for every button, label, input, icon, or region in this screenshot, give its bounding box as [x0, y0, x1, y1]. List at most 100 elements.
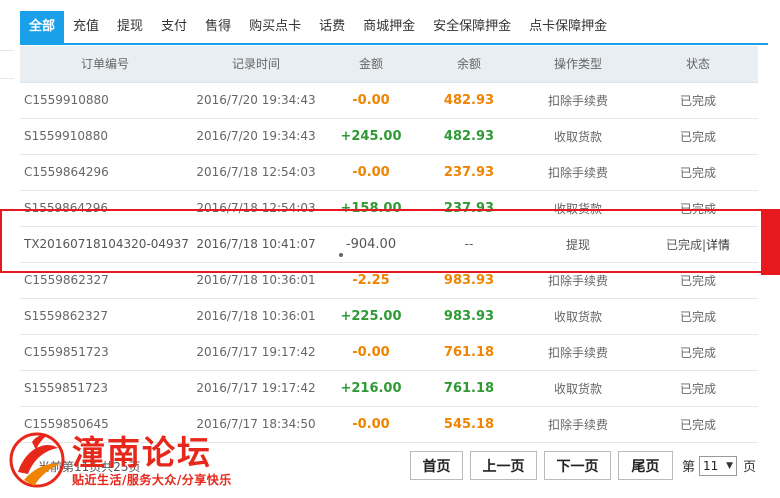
tab-recharge[interactable]: 充值: [64, 11, 108, 43]
operation-type: 扣除手续费: [518, 154, 638, 191]
page-select[interactable]: 11 ▼: [699, 455, 738, 476]
amount: -0.00: [322, 154, 420, 191]
status: 已完成: [638, 118, 758, 155]
order-id: S1559910880: [20, 118, 190, 155]
highlight-annotation-bar: [761, 209, 780, 275]
last-page-button[interactable]: 尾页: [618, 451, 673, 480]
tab-phone-bill[interactable]: 话费: [310, 11, 354, 43]
record-time: 2016/7/18 10:36:01: [190, 262, 322, 299]
amount: +225.00: [322, 298, 420, 335]
balance: 983.93: [420, 298, 518, 335]
amount: +216.00: [322, 370, 420, 407]
order-id: S1559862327: [20, 298, 190, 335]
operation-type: 扣除手续费: [518, 82, 638, 119]
status: 已完成: [638, 334, 758, 371]
order-id: C1559864296: [20, 154, 190, 191]
amount: +158.00: [322, 190, 420, 227]
table-row: C1559910880 2016/7/20 19:34:43 -0.00 482…: [20, 82, 758, 119]
prev-page-button[interactable]: 上一页: [470, 451, 537, 480]
table-row-highlighted: TX20160718104320-04937 2016/7/18 10:41:0…: [20, 226, 758, 263]
pagination: 首页 上一页 下一页 尾页 第 11 ▼ 页: [410, 451, 760, 480]
tab-payment[interactable]: 支付: [152, 11, 196, 43]
left-gutter: [0, 0, 20, 498]
balance: 761.18: [420, 370, 518, 407]
table-row: S1559910880 2016/7/20 19:34:43 +245.00 4…: [20, 118, 758, 155]
table-row: S1559851723 2016/7/17 19:17:42 +216.00 7…: [20, 370, 758, 407]
operation-type: 收取货款: [518, 298, 638, 335]
filter-tabs: 全部 充值 提现 支付 售得 购买点卡 话费 商城押金 安全保障押金 点卡保障押…: [20, 11, 768, 45]
col-header-type: 操作类型: [518, 46, 638, 83]
balance: 482.93: [420, 82, 518, 119]
operation-type: 扣除手续费: [518, 262, 638, 299]
gutter-divider: [0, 50, 14, 51]
record-time: 2016/7/17 19:17:42: [190, 370, 322, 407]
operation-type: 收取货款: [518, 118, 638, 155]
table-row: C1559851723 2016/7/17 19:17:42 -0.00 761…: [20, 334, 758, 371]
col-header-balance: 余额: [420, 46, 518, 83]
watermark-slogan: 贴近生活/服务大众/分享快乐: [72, 473, 232, 487]
record-time: 2016/7/20 19:34:43: [190, 82, 322, 119]
order-id: S1559864296: [20, 190, 190, 227]
operation-type: 收取货款: [518, 370, 638, 407]
transactions-table: 订单编号 记录时间 金额 余额 操作类型 状态 C1559910880 2016…: [20, 46, 758, 443]
balance: 983.93: [420, 262, 518, 299]
operation-type: 提现: [518, 226, 638, 263]
col-header-status: 状态: [638, 46, 758, 83]
transactions-table-wrap: 订单编号 记录时间 金额 余额 操作类型 状态 C1559910880 2016…: [20, 46, 758, 443]
col-header-order: 订单编号: [20, 46, 190, 83]
amount: -0.00: [322, 334, 420, 371]
order-id: C1559862327: [20, 262, 190, 299]
page-suffix: 页: [743, 460, 757, 475]
forum-watermark: 潼南论坛 贴近生活/服务大众/分享快乐: [6, 426, 246, 496]
status: 已完成: [638, 82, 758, 119]
balance: 237.93: [420, 154, 518, 191]
status: 已完成: [638, 262, 758, 299]
col-header-time: 记录时间: [190, 46, 322, 83]
record-time: 2016/7/17 19:17:42: [190, 334, 322, 371]
next-page-button[interactable]: 下一页: [544, 451, 611, 480]
chevron-down-icon: ▼: [726, 460, 734, 471]
record-time: 2016/7/18 10:41:07: [190, 226, 322, 263]
tab-card-deposit[interactable]: 点卡保障押金: [520, 11, 616, 43]
gutter-divider: [0, 78, 14, 79]
balance: 482.93: [420, 118, 518, 155]
page-prefix: 第: [682, 460, 696, 475]
detail-link[interactable]: 详情: [706, 238, 730, 252]
amount: -904.00: [322, 226, 420, 263]
tab-security-deposit[interactable]: 安全保障押金: [424, 11, 520, 43]
watermark-logo-icon: [9, 432, 65, 488]
operation-type: 扣除手续费: [518, 406, 638, 443]
order-id: C1559910880: [20, 82, 190, 119]
table-row: S1559864296 2016/7/18 12:54:03 +158.00 2…: [20, 190, 758, 227]
record-time: 2016/7/20 19:34:43: [190, 118, 322, 155]
table-row: C1559862327 2016/7/18 10:36:01 -2.25 983…: [20, 262, 758, 299]
status: 已完成: [638, 370, 758, 407]
status: 已完成: [638, 190, 758, 227]
status: 已完成: [638, 406, 758, 443]
amount: -0.00: [322, 82, 420, 119]
status: 已完成: [638, 298, 758, 335]
tab-all[interactable]: 全部: [20, 11, 65, 43]
record-time: 2016/7/18 12:54:03: [190, 154, 322, 191]
balance: 545.18: [420, 406, 518, 443]
tab-sold[interactable]: 售得: [196, 11, 240, 43]
cursor-dot: [339, 253, 343, 257]
tab-withdraw[interactable]: 提现: [108, 11, 152, 43]
status: 已完成: [638, 154, 758, 191]
page-select-value: 11: [703, 458, 719, 473]
order-id: S1559851723: [20, 370, 190, 407]
first-page-button[interactable]: 首页: [410, 451, 463, 480]
balance: 237.93: [420, 190, 518, 227]
amount: +245.00: [322, 118, 420, 155]
tab-mall-deposit[interactable]: 商城押金: [354, 11, 424, 43]
tab-buy-card[interactable]: 购买点卡: [240, 11, 310, 43]
col-header-amount: 金额: [322, 46, 420, 83]
table-row: C1559864296 2016/7/18 12:54:03 -0.00 237…: [20, 154, 758, 191]
amount: -0.00: [322, 406, 420, 443]
status: 已完成: [665, 237, 702, 252]
table-row: S1559862327 2016/7/18 10:36:01 +225.00 9…: [20, 298, 758, 335]
table-header-row: 订单编号 记录时间 金额 余额 操作类型 状态: [20, 46, 758, 83]
balance: --: [420, 226, 518, 263]
balance: 761.18: [420, 334, 518, 371]
record-time: 2016/7/18 10:36:01: [190, 298, 322, 335]
